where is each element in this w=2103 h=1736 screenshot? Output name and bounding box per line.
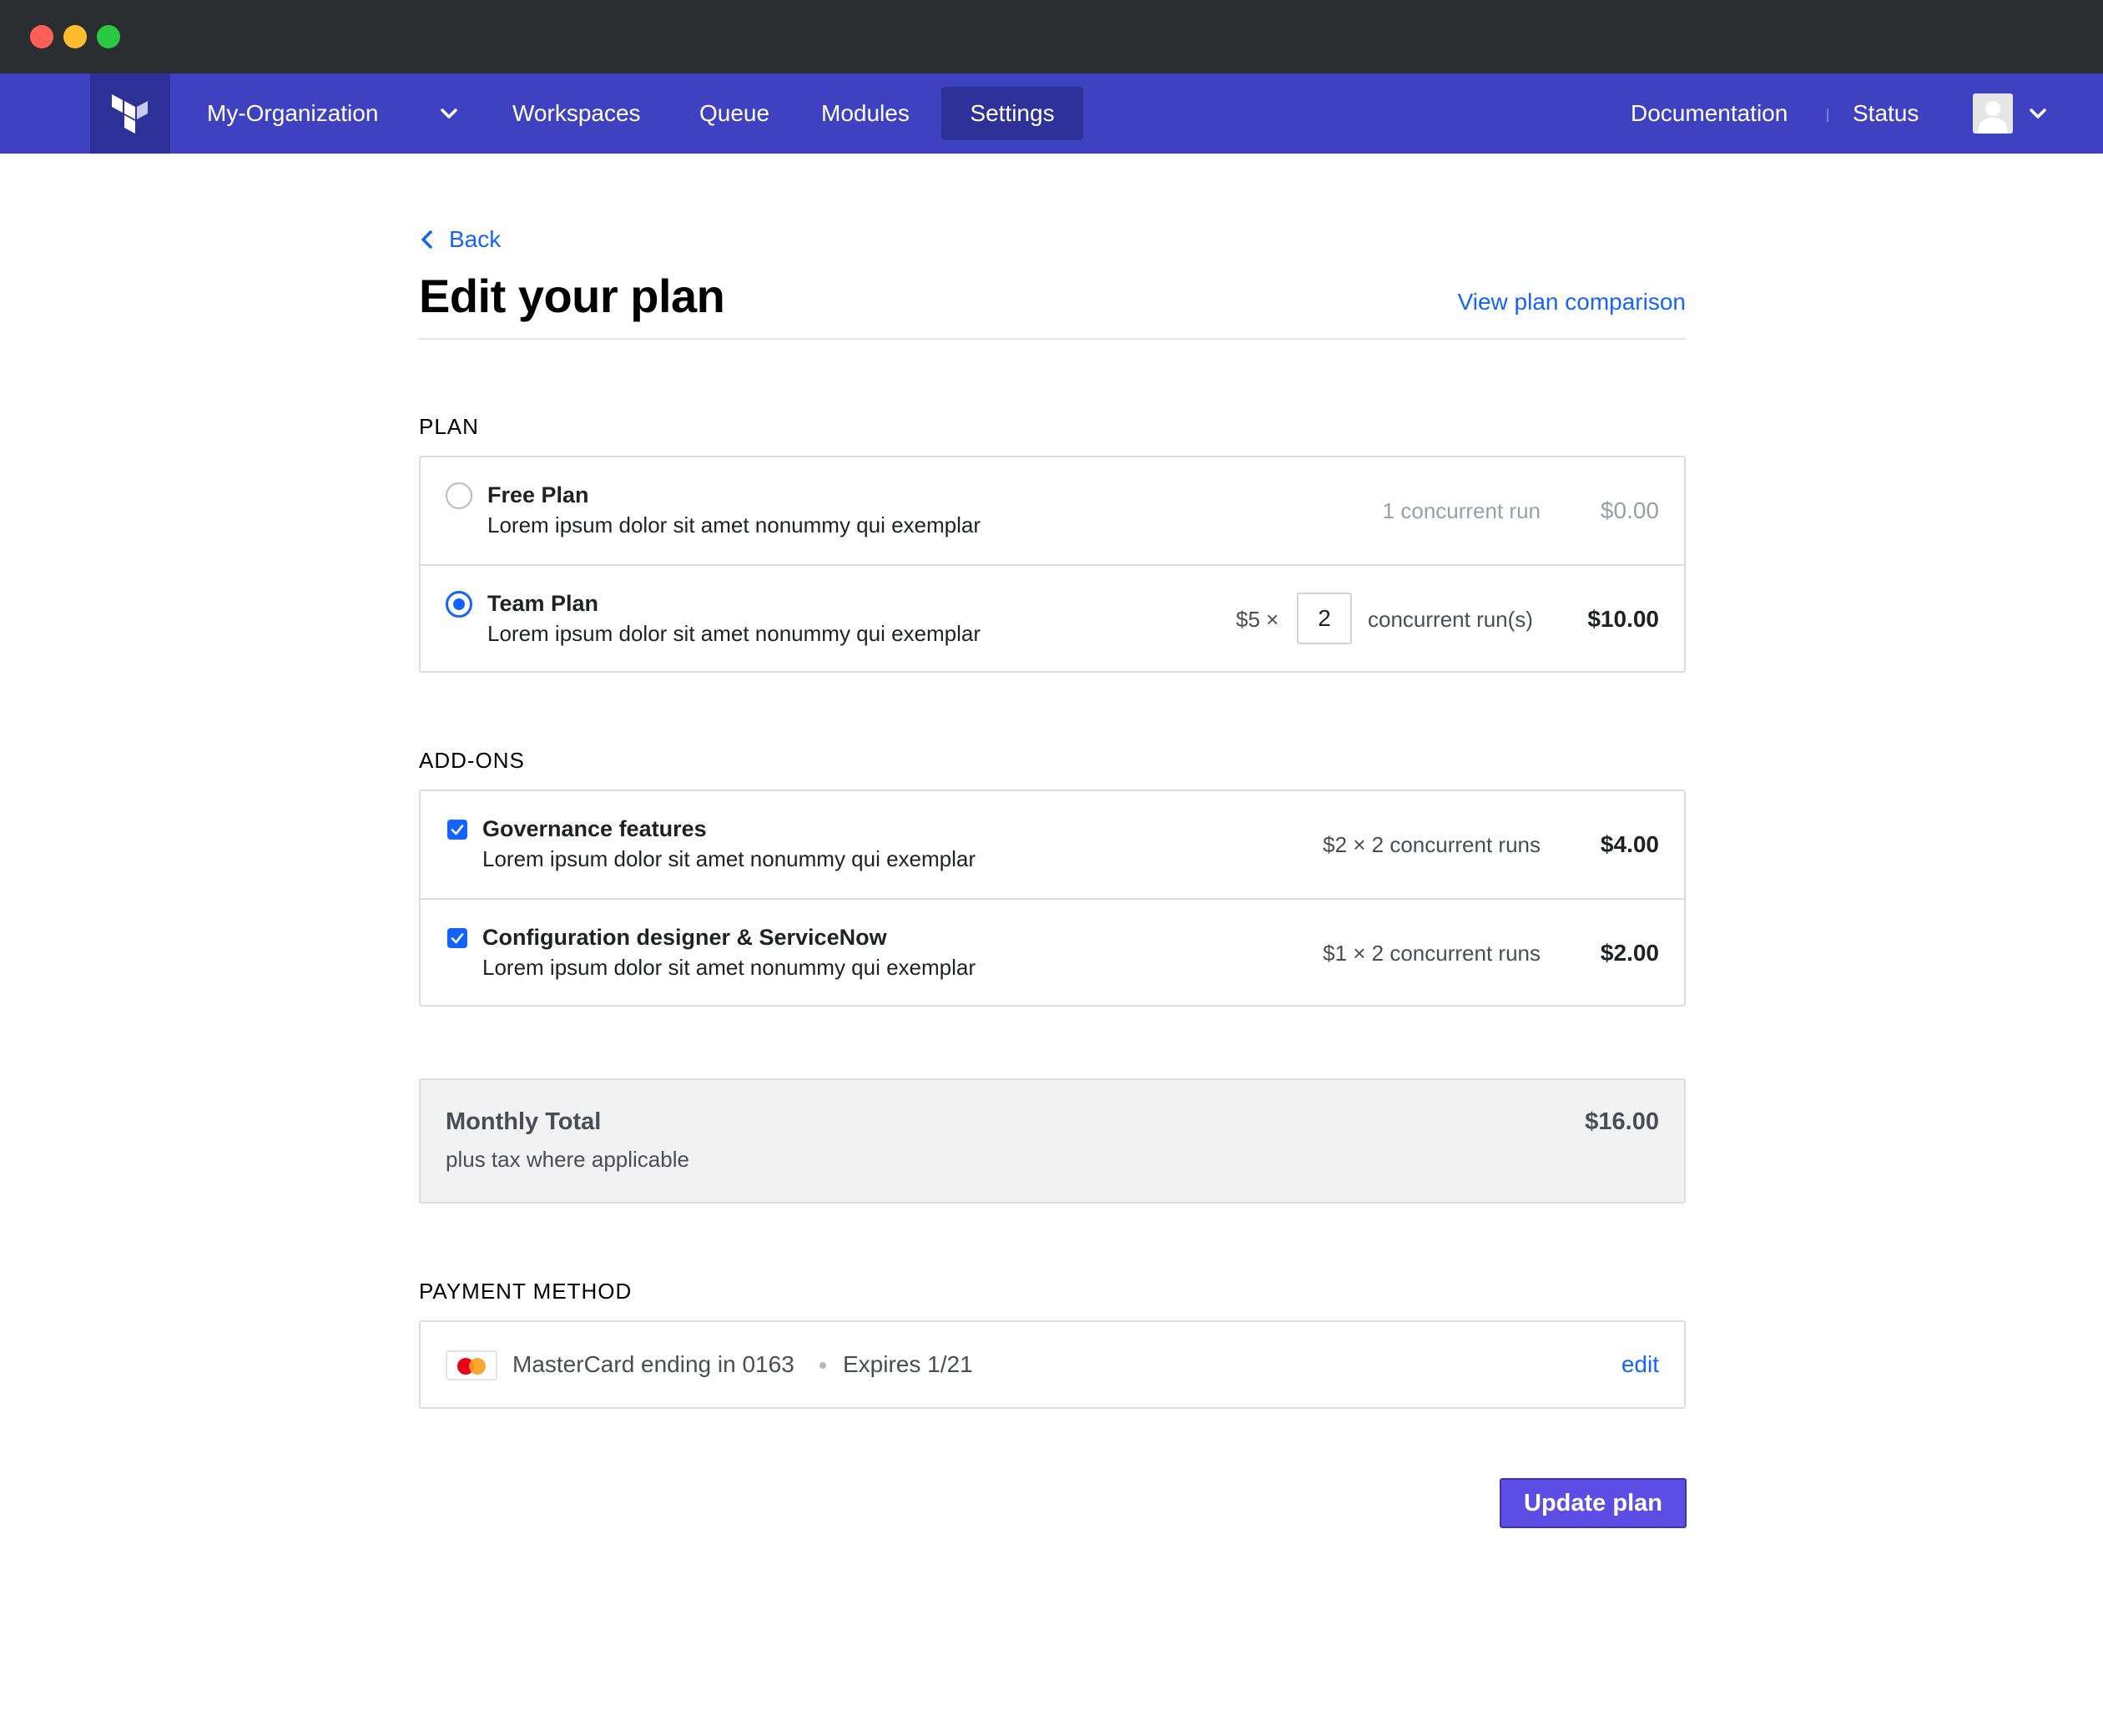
- governance-checkbox[interactable]: [447, 820, 467, 840]
- addon-configuration-designer[interactable]: Configuration designer & ServiceNow Lore…: [421, 898, 1684, 1005]
- monthly-total-title: Monthly Total: [446, 1108, 602, 1135]
- monthly-total-card: Monthly Total plus tax where applicable …: [419, 1078, 1686, 1204]
- card-expiry: Expires 1/21: [843, 1351, 973, 1377]
- addon-description: Lorem ipsum dolor sit amet nonummy qui e…: [482, 955, 976, 980]
- edit-payment-link[interactable]: edit: [1621, 1322, 1659, 1407]
- free-plan-radio[interactable]: [446, 482, 472, 509]
- org-switcher[interactable]: My-Organization: [207, 73, 378, 154]
- mastercard-icon: [446, 1350, 497, 1380]
- plan-title: Free Plan: [487, 482, 589, 507]
- plan-description: Lorem ipsum dolor sit amet nonummy qui e…: [487, 621, 981, 646]
- title-divider: [419, 338, 1686, 340]
- nav-queue[interactable]: Queue: [699, 73, 769, 154]
- team-plan-radio[interactable]: [446, 591, 472, 618]
- payment-method-card: MasterCard ending in 0163 Expires 1/21 e…: [419, 1320, 1686, 1409]
- nav-divider: [1827, 108, 1828, 122]
- configuration-designer-checkbox[interactable]: [447, 928, 467, 948]
- addon-title: Governance features: [482, 816, 707, 841]
- plan-card: Free Plan Lorem ipsum dolor sit amet non…: [419, 456, 1686, 673]
- plan-price: $0.00: [1600, 497, 1659, 523]
- monthly-total-subtitle: plus tax where applicable: [446, 1147, 689, 1172]
- card-description: MasterCard ending in 0163: [512, 1351, 794, 1377]
- nav-settings[interactable]: Settings: [941, 87, 1083, 140]
- plan-title: Team Plan: [487, 591, 599, 616]
- plan-unit-price: $5 ×: [1236, 607, 1279, 632]
- nav-modules[interactable]: Modules: [821, 73, 910, 154]
- checkmark-icon: [451, 825, 464, 835]
- addon-runs: $1 × 2 concurrent runs: [1323, 941, 1541, 966]
- plan-option-free[interactable]: Free Plan Lorem ipsum dolor sit amet non…: [421, 457, 1684, 564]
- avatar[interactable]: [1973, 93, 2013, 134]
- chevron-left-icon: [421, 230, 432, 249]
- plan-section-label: PLAN: [419, 414, 479, 439]
- addons-section-label: ADD-ONS: [419, 748, 525, 773]
- addon-price: $2.00: [1600, 940, 1659, 966]
- chevron-down-icon[interactable]: [2023, 98, 2053, 129]
- page-title: Edit your plan: [419, 270, 725, 322]
- nav-workspaces[interactable]: Workspaces: [512, 73, 641, 154]
- chevron-down-icon[interactable]: [434, 98, 464, 129]
- minimize-window-button[interactable]: [63, 25, 87, 48]
- addon-description: Lorem ipsum dolor sit amet nonummy qui e…: [482, 846, 976, 871]
- plan-price: $10.00: [1587, 606, 1659, 632]
- back-link[interactable]: Back: [417, 224, 501, 255]
- plan-runs: 1 concurrent run: [1382, 498, 1541, 523]
- separator-dot: [820, 1362, 826, 1369]
- nav-status[interactable]: Status: [1853, 73, 1919, 154]
- nav-documentation[interactable]: Documentation: [1631, 73, 1788, 154]
- view-plan-comparison-link[interactable]: View plan comparison: [1458, 289, 1686, 315]
- addon-runs: $2 × 2 concurrent runs: [1323, 832, 1541, 857]
- back-label: Back: [449, 226, 502, 252]
- maximize-window-button[interactable]: [97, 25, 120, 48]
- addon-governance[interactable]: Governance features Lorem ipsum dolor si…: [421, 791, 1684, 898]
- plan-runs: concurrent run(s): [1368, 607, 1533, 632]
- plan-option-team[interactable]: Team Plan Lorem ipsum dolor sit amet non…: [421, 564, 1684, 671]
- update-plan-button[interactable]: Update plan: [1500, 1478, 1687, 1528]
- concurrent-runs-input[interactable]: 2: [1297, 593, 1352, 644]
- addon-title: Configuration designer & ServiceNow: [482, 925, 887, 950]
- user-icon: [1978, 101, 2008, 134]
- top-navbar: My-Organization Workspaces Queue Modules…: [0, 73, 2103, 154]
- close-window-button[interactable]: [30, 25, 53, 48]
- plan-description: Lorem ipsum dolor sit amet nonummy qui e…: [487, 512, 981, 537]
- checkmark-icon: [451, 933, 464, 944]
- payment-section-label: PAYMENT METHOD: [419, 1279, 633, 1304]
- addons-card: Governance features Lorem ipsum dolor si…: [419, 790, 1686, 1007]
- terraform-logo-icon[interactable]: [90, 73, 170, 154]
- window-titlebar: [0, 0, 2103, 73]
- monthly-total-price: $16.00: [1585, 1108, 1659, 1135]
- addon-price: $4.00: [1600, 831, 1659, 857]
